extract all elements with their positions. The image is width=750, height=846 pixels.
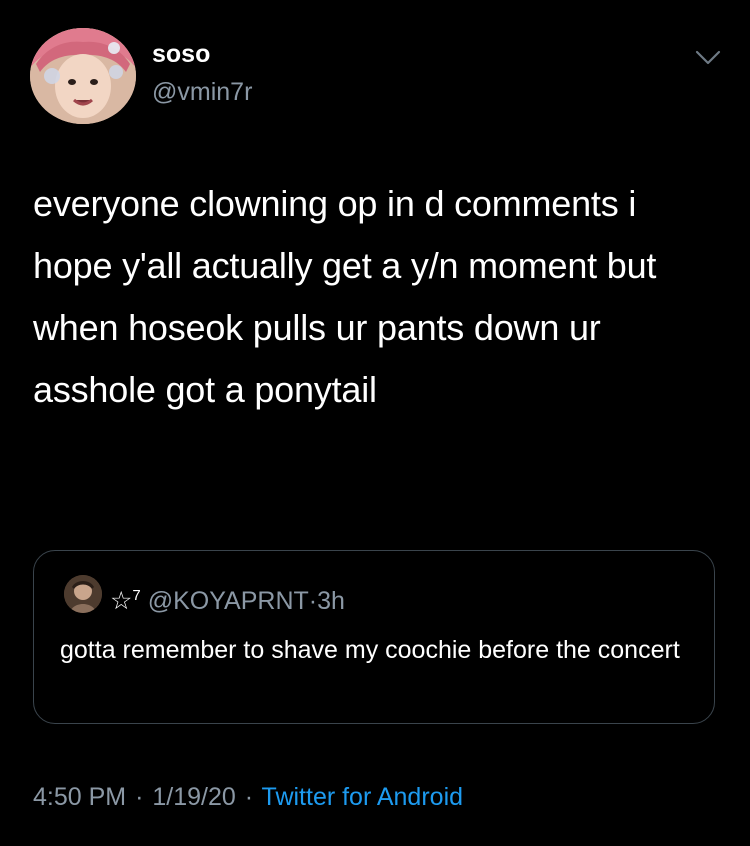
quoted-text: gotta remember to shave my coochie befor… bbox=[60, 636, 680, 664]
quoted-avatar bbox=[64, 575, 102, 613]
quoted-display-name[interactable]: ☆7 bbox=[110, 587, 141, 615]
quoted-separator: · bbox=[308, 587, 318, 615]
quoted-tweet[interactable]: ☆7 @KOYAPRNT·3h gotta remember to shave … bbox=[33, 550, 715, 724]
tweet-time: 4:50 PM bbox=[33, 783, 127, 811]
avatar-image bbox=[30, 28, 136, 124]
meta-separator-2: · bbox=[244, 783, 254, 811]
tweet: soso @vmin7r everyone clowning op in d c… bbox=[0, 0, 750, 846]
tweet-date: 1/19/20 bbox=[152, 783, 236, 811]
tweet-meta: 4:50 PM · 1/19/20 · Twitter for Android bbox=[33, 780, 463, 814]
display-name[interactable]: soso bbox=[152, 40, 210, 68]
quoted-time: 3h bbox=[317, 587, 345, 615]
avatar[interactable] bbox=[30, 28, 136, 124]
quoted-name-superscript: 7 bbox=[132, 587, 141, 604]
quoted-handle[interactable]: @KOYAPRNT bbox=[148, 587, 309, 615]
tweet-text: everyone clowning op in d comments i hop… bbox=[33, 183, 657, 410]
chevron-down-icon[interactable] bbox=[693, 46, 723, 70]
meta-separator: · bbox=[135, 783, 144, 811]
quoted-header: ☆7 @KOYAPRNT·3h bbox=[110, 581, 345, 616]
handle[interactable]: @vmin7r bbox=[152, 78, 252, 106]
tweet-source-link[interactable]: Twitter for Android bbox=[262, 783, 463, 811]
